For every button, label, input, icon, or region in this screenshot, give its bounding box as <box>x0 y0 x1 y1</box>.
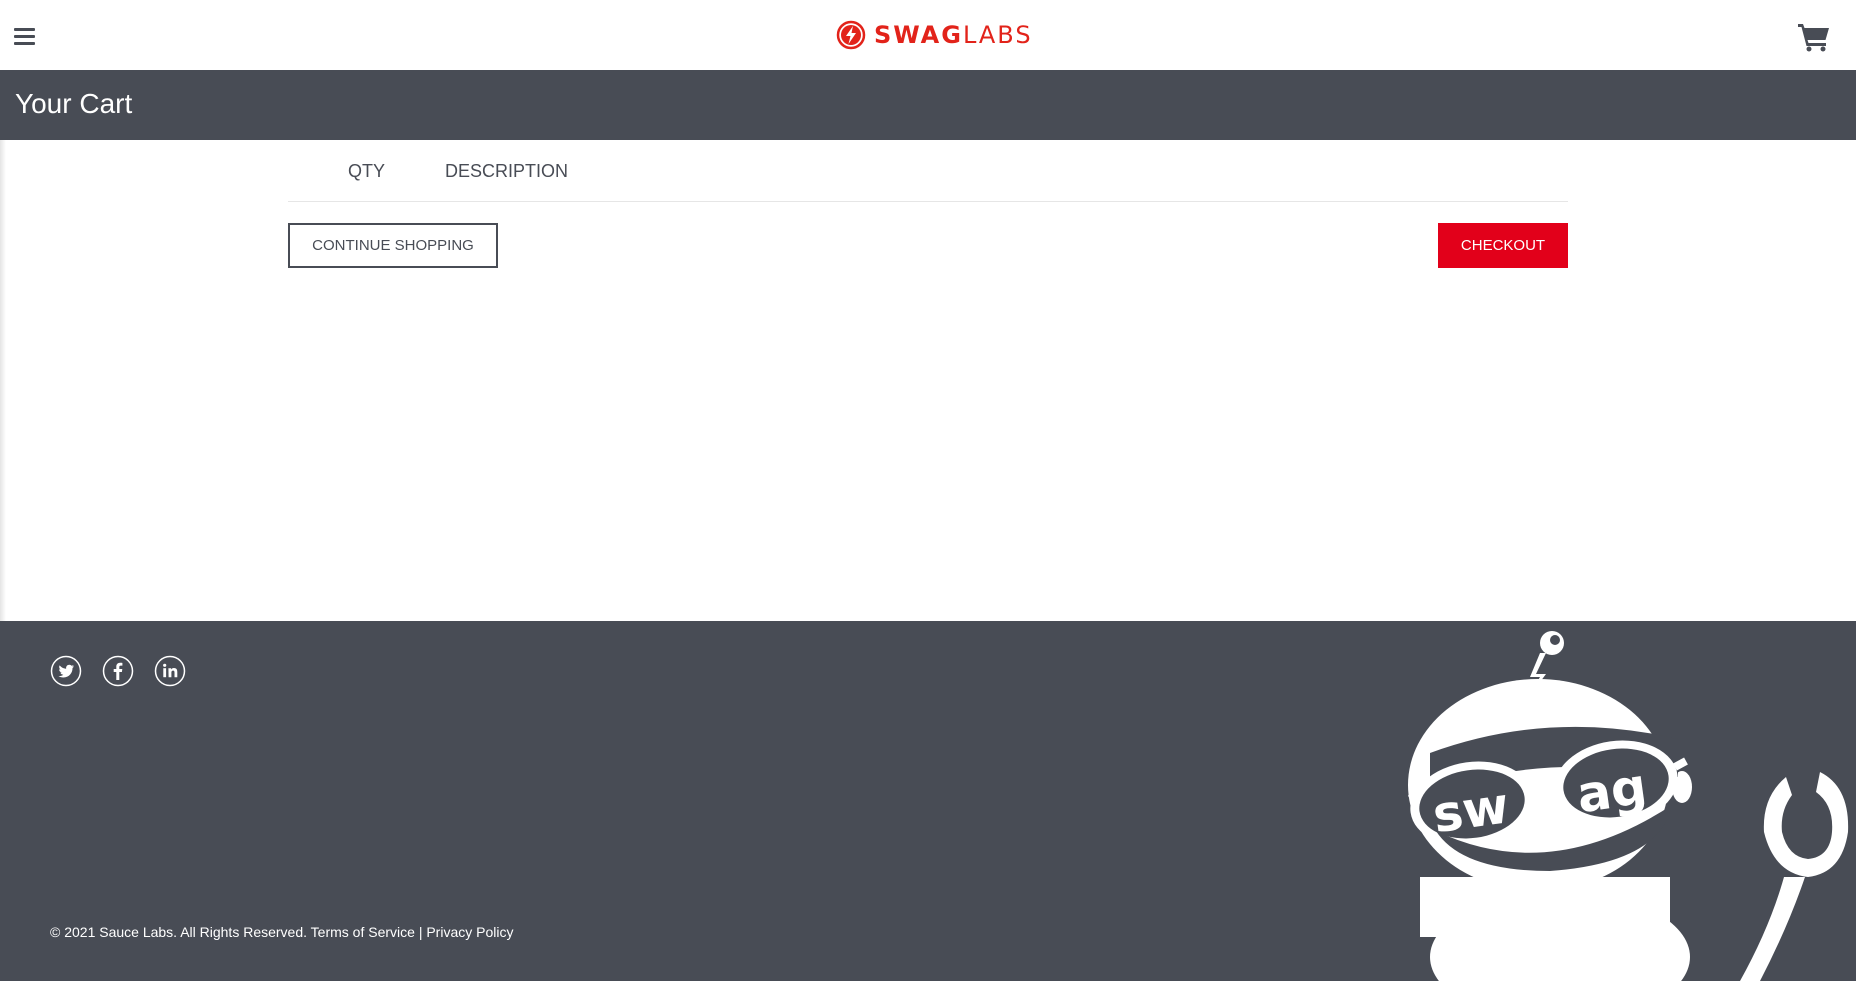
app-logo: SWAGLABS <box>836 20 1033 50</box>
linkedin-icon[interactable] <box>154 655 186 687</box>
footer: © 2021 Sauce Labs. All Rights Reserved. … <box>0 621 1856 981</box>
cart-contents: QTY DESCRIPTION CONTINUE SHOPPING CHECKO… <box>0 140 1856 621</box>
footer-separator: | <box>418 924 423 940</box>
terms-of-service-link[interactable]: Terms of Service <box>311 924 415 940</box>
checkout-button[interactable]: CHECKOUT <box>1438 223 1568 268</box>
shopping-cart-icon[interactable] <box>1798 22 1830 52</box>
facebook-icon[interactable] <box>102 655 134 687</box>
primary-header: SWAGLABS <box>0 0 1856 70</box>
copyright-text: © 2021 Sauce Labs. All Rights Reserved. <box>50 924 308 940</box>
continue-shopping-button[interactable]: CONTINUE SHOPPING <box>288 223 498 268</box>
svg-text:sw: sw <box>1429 776 1512 844</box>
swag-labs-bolt-icon <box>836 20 866 50</box>
privacy-policy-link[interactable]: Privacy Policy <box>426 924 513 940</box>
logo-text-bold: SWAG <box>874 21 963 49</box>
twitter-icon[interactable] <box>50 655 82 687</box>
swag-bot-mascot: sw ag <box>1407 631 1849 981</box>
left-edge-shadow <box>0 140 6 621</box>
title-bar: Your Cart <box>0 70 1856 140</box>
logo-text: SWAGLABS <box>874 20 1033 50</box>
qty-column-header: QTY <box>348 161 386 181</box>
svg-text:ag: ag <box>1573 757 1650 824</box>
footer-copyright: © 2021 Sauce Labs. All Rights Reserved. … <box>50 924 513 940</box>
cart-list-header: QTY DESCRIPTION <box>288 140 1568 202</box>
page-title: Your Cart <box>15 88 133 119</box>
description-column-header: DESCRIPTION <box>445 161 569 181</box>
logo-text-light: LABS <box>962 21 1033 49</box>
hamburger-menu-icon[interactable] <box>14 28 35 45</box>
